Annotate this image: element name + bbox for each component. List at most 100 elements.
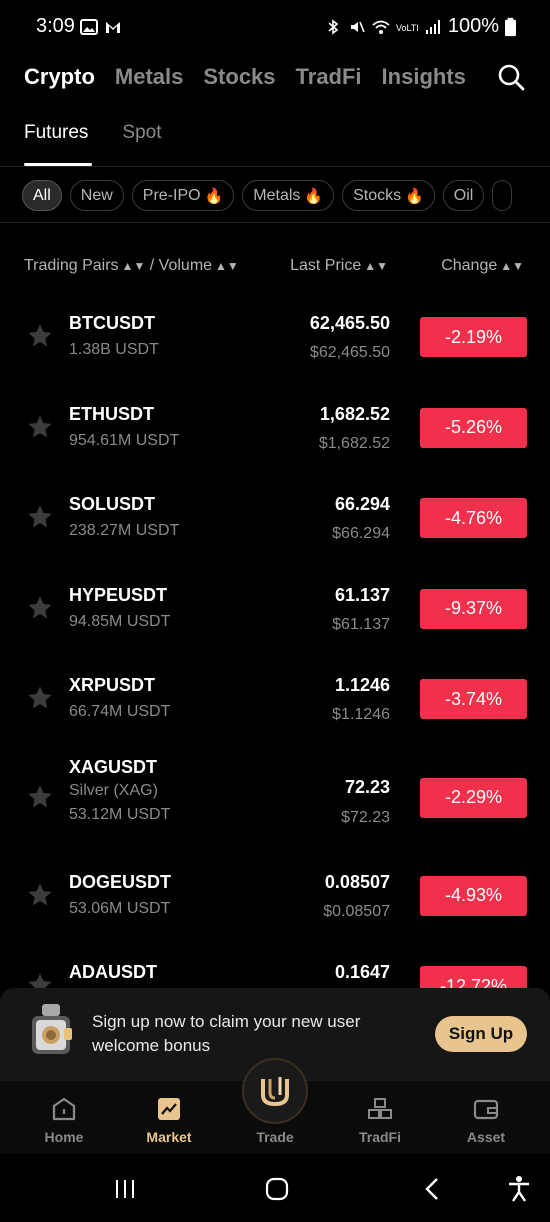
trade-logo-icon <box>261 1077 289 1107</box>
change-badge: -3.74% <box>420 679 527 719</box>
star-favorite-icon[interactable] <box>26 322 54 350</box>
fire-icon: 🔥 <box>405 187 424 205</box>
search-icon[interactable] <box>496 62 526 92</box>
market-row[interactable]: ETHUSDT 954.61M USDT 1,682.52 $1,682.52 … <box>0 383 550 474</box>
image-icon <box>80 19 98 35</box>
tab-tradfi[interactable]: TradFi <box>296 64 362 90</box>
last-price: 0.08507 <box>324 871 390 892</box>
last-price: 1.1246 <box>334 675 390 695</box>
sort-change[interactable]: Change ▲▼ <box>441 257 524 275</box>
star-favorite-icon[interactable] <box>26 503 54 531</box>
change-badge: -2.29% <box>420 777 527 818</box>
nav-market[interactable]: Market <box>129 1095 209 1145</box>
chip-new[interactable]: New <box>69 180 124 211</box>
status-bar: 3:09 VoLTE 100% <box>0 0 550 56</box>
tab-stocks[interactable]: Stocks <box>203 64 275 90</box>
wallet-icon <box>473 1099 499 1120</box>
trade-button[interactable] <box>242 1058 308 1124</box>
market-row[interactable]: ADAUSDT 0.1647 -12.72% <box>0 941 550 992</box>
pair-volume: 1.38B USDT <box>69 341 159 358</box>
nav-tradfi[interactable]: TradFi <box>340 1095 420 1145</box>
pair-symbol: XRPUSDT <box>69 675 156 695</box>
market-row[interactable]: XRPUSDT 66.74M USDT 1.1246 $1.1246 -3.74… <box>0 654 550 745</box>
nav-home[interactable]: Home <box>24 1095 104 1145</box>
status-time: 3:09 <box>36 15 75 37</box>
recents-icon[interactable] <box>110 1174 140 1204</box>
usd-price: $61.137 <box>332 615 390 633</box>
tab-metals[interactable]: Metals <box>115 64 183 90</box>
pair-volume: 94.85M USDT <box>69 612 171 630</box>
usd-price: $62,465.50 <box>309 344 390 361</box>
sort-volume[interactable]: / Volume ▲▼ <box>150 257 239 274</box>
star-favorite-icon[interactable] <box>26 413 54 441</box>
change-badge: -4.76% <box>420 498 527 538</box>
system-navigation-bar <box>0 1154 550 1222</box>
change-badge: -2.19% <box>420 317 527 357</box>
tab-insights[interactable]: Insights <box>382 64 466 90</box>
list-column-header: Trading Pairs ▲▼ / Volume ▲▼ Last Price ▲▼ … <box>0 254 550 280</box>
pair-symbol: XAGUSDT <box>69 756 158 777</box>
home-icon <box>52 1097 76 1121</box>
chip-stocks[interactable]: Stocks 🔥 <box>342 180 435 211</box>
usd-price: $1.1246 <box>332 706 390 723</box>
tab-futures[interactable]: Futures <box>24 122 93 166</box>
fire-icon: 🔥 <box>304 187 324 205</box>
sort-icon: ▲▼ <box>500 259 524 273</box>
last-price: 1,682.52 <box>319 403 390 424</box>
usd-price: $72.23 <box>341 808 390 826</box>
fire-icon: 🔥 <box>204 187 224 205</box>
back-icon[interactable] <box>418 1174 448 1204</box>
market-row[interactable]: SOLUSDT 238.27M USDT 66.294 $66.294 -4.7… <box>0 473 550 564</box>
divider <box>0 166 550 167</box>
star-favorite-icon[interactable] <box>26 881 54 909</box>
market-row[interactable]: XAGUSDT Silver (XAG) 53.12M USDT 72.23 $… <box>0 745 550 851</box>
chip-pre-ipo[interactable]: Pre-IPO 🔥 <box>131 180 235 211</box>
pair-volume: 66.74M USDT <box>69 703 171 720</box>
home-button-icon[interactable] <box>262 1174 292 1204</box>
pair-symbol: ETHUSDT <box>69 403 154 424</box>
last-price: 61.137 <box>334 584 390 605</box>
sort-icon: ▲▼ <box>364 259 388 273</box>
market-row[interactable]: DOGEUSDT 53.06M USDT 0.08507 $0.08507 -4… <box>0 851 550 942</box>
volte-icon: VoLTE <box>396 23 418 33</box>
market-row[interactable]: HYPEUSDT 94.85M USDT 61.137 $61.137 -9.3… <box>0 564 550 655</box>
market-list: BTCUSDT 1.38B USDT 62,465.50 $62,465.50 … <box>0 292 550 992</box>
nav-trade[interactable]: Trade <box>235 1129 315 1145</box>
sort-trading-pairs[interactable]: Trading Pairs ▲▼ <box>24 257 145 274</box>
market-row[interactable]: BTCUSDT 1.38B USDT 62,465.50 $62,465.50 … <box>0 292 550 383</box>
sort-icon: ▲▼ <box>215 259 239 273</box>
pair-symbol: BTCUSDT <box>69 313 155 333</box>
last-price: 66.294 <box>334 494 390 514</box>
tab-spot[interactable]: Spot <box>122 122 161 166</box>
bluetooth-icon <box>328 18 339 35</box>
change-badge: -9.37% <box>420 588 527 629</box>
sign-up-button[interactable]: Sign Up <box>435 1016 527 1052</box>
pair-volume: 238.27M USDT <box>69 522 180 539</box>
market-chart-icon <box>158 1098 180 1120</box>
pair-symbol: ADAUSDT <box>69 962 157 982</box>
star-favorite-icon[interactable] <box>26 684 54 712</box>
chip-all[interactable]: All <box>22 180 62 211</box>
pair-volume: 53.06M USDT <box>69 899 171 917</box>
sort-last-price[interactable]: Last Price ▲▼ <box>290 257 388 275</box>
last-price: 0.1647 <box>334 962 390 982</box>
usd-price: $1,682.52 <box>318 434 390 452</box>
tab-crypto[interactable]: Crypto <box>24 64 95 90</box>
nav-asset[interactable]: Asset <box>446 1095 526 1145</box>
svg-text:VoLTE: VoLTE <box>396 23 418 33</box>
chip-more[interactable] <box>492 180 513 211</box>
chip-metals[interactable]: Metals 🔥 <box>242 180 335 211</box>
last-price: 72.23 <box>344 776 390 797</box>
star-favorite-icon[interactable] <box>26 783 54 811</box>
promo-text: Sign up now to claim your new user welco… <box>92 1012 361 1055</box>
gmail-icon <box>106 22 120 33</box>
accessibility-icon[interactable] <box>504 1174 534 1204</box>
signal-icon <box>425 19 440 34</box>
star-favorite-icon[interactable] <box>26 594 54 622</box>
pair-volume: 53.12M USDT <box>69 805 171 823</box>
market-category-tabs: Crypto Metals Stocks TradFi Insights <box>24 60 530 94</box>
pair-symbol: SOLUSDT <box>69 494 156 514</box>
chip-oil[interactable]: Oil <box>442 180 485 211</box>
usd-price: $66.294 <box>332 525 390 542</box>
market-type-tabs: Futures Spot <box>24 122 196 166</box>
